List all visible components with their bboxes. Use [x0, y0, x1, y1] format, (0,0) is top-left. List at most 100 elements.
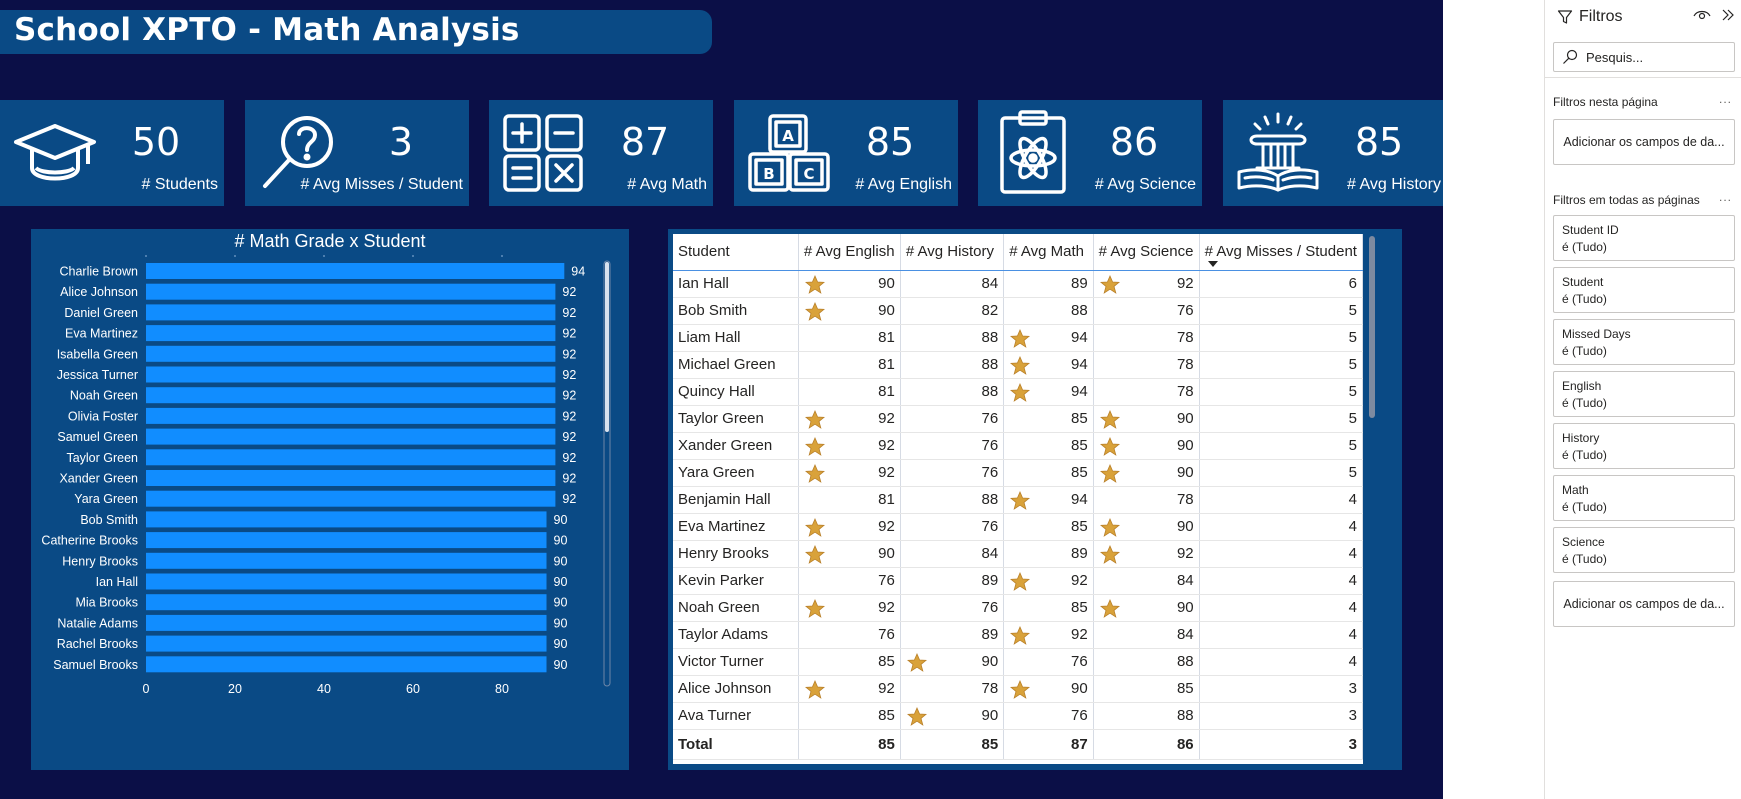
- filter-field-value: é (Tudo): [1562, 448, 1607, 462]
- filter-card-student[interactable]: Student é (Tudo): [1553, 267, 1735, 313]
- math-grade-chart[interactable]: Charlie Brown 94 Alice Johnson 92 Daniel Gre…: [31, 229, 629, 770]
- table-row[interactable]: Ava Turner 85 90 76 88 3: [673, 702, 1363, 730]
- bar[interactable]: [146, 263, 565, 279]
- bar[interactable]: [146, 304, 556, 321]
- table-row[interactable]: Alice Johnson 92 78 90 85 3: [673, 675, 1363, 703]
- bar[interactable]: [146, 614, 547, 631]
- bar[interactable]: [146, 470, 556, 486]
- add-report-filter-field[interactable]: Adicionar os campos de da...: [1553, 581, 1735, 627]
- eye-icon[interactable]: [1693, 8, 1711, 22]
- table-row[interactable]: Yara Green 92 76 85 90 5: [673, 459, 1363, 487]
- star-icon: [1099, 463, 1120, 483]
- table-row[interactable]: Taylor Green 92 76 85 90 5: [673, 405, 1363, 433]
- all-pages-section-more-button[interactable]: ...: [1719, 190, 1732, 204]
- table-row[interactable]: Kevin Parker 76 89 92 84 4: [673, 567, 1363, 595]
- table-viewport[interactable]: Student # Avg English # Avg History # Av…: [673, 234, 1363, 764]
- table-row[interactable]: Bob Smith 90 82 88 76 5: [673, 297, 1363, 325]
- cell-value: 76: [900, 432, 1005, 460]
- bar[interactable]: [146, 407, 556, 424]
- star-icon: [804, 517, 825, 537]
- chart-scrollbar-thumb[interactable]: [605, 262, 609, 432]
- table-row[interactable]: Noah Green 92 76 85 90 4: [673, 594, 1363, 622]
- bar[interactable]: [146, 283, 556, 300]
- table-scrollbar[interactable]: [1368, 234, 1376, 764]
- data-label: 92: [562, 430, 576, 444]
- filter-card-missed-days[interactable]: Missed Days é (Tudo): [1553, 319, 1735, 365]
- filters-search-box[interactable]: [1553, 42, 1735, 72]
- column-header-avg-history[interactable]: # Avg History: [900, 234, 1005, 271]
- column-header-avg-math[interactable]: # Avg Math: [1003, 234, 1094, 271]
- category-label: Isabella Green: [57, 347, 138, 361]
- student-grades-table-panel[interactable]: Student # Avg English # Avg History # Av…: [668, 229, 1402, 770]
- bar[interactable]: [146, 449, 556, 466]
- bar[interactable]: [146, 532, 547, 549]
- filters-search-input[interactable]: [1586, 47, 1731, 67]
- cell-text: Bob Smith: [678, 302, 748, 319]
- cell-text: 4: [1348, 626, 1357, 643]
- cell-text: 92: [878, 680, 895, 697]
- table-row[interactable]: Xander Green 92 76 85 90 5: [673, 432, 1363, 460]
- column-header-avg-misses[interactable]: # Avg Misses / Student: [1199, 234, 1363, 271]
- bar[interactable]: [146, 594, 547, 611]
- bar[interactable]: [146, 387, 556, 404]
- bar[interactable]: [146, 552, 547, 569]
- cell-value: 5: [1199, 459, 1363, 487]
- table-row[interactable]: Benjamin Hall 81 88 94 78 4: [673, 486, 1363, 514]
- table-row[interactable]: Quincy Hall 81 88 94 78 5: [673, 378, 1363, 406]
- cell-value: 90: [1093, 432, 1200, 460]
- filter-field-name: Student: [1562, 275, 1604, 289]
- filter-card-student-id[interactable]: Student ID é (Tudo): [1553, 215, 1735, 261]
- bar[interactable]: [146, 325, 556, 342]
- table-row[interactable]: Victor Turner 85 90 76 88 4: [673, 648, 1363, 676]
- kpi-avg-english-card[interactable]: A B C 85 # Avg English: [734, 100, 958, 206]
- bar[interactable]: [146, 428, 556, 445]
- table-scrollbar-thumb[interactable]: [1369, 236, 1375, 418]
- cell-student: Quincy Hall: [673, 378, 799, 406]
- cell-text: 89: [981, 572, 999, 589]
- cell-value: 76: [900, 459, 1005, 487]
- cell-text: 92: [1070, 572, 1088, 589]
- cell-text: Henry Brooks: [678, 545, 769, 562]
- cell-value: 94: [1003, 486, 1094, 514]
- filter-card-math[interactable]: Math é (Tudo): [1553, 475, 1735, 521]
- kpi-students-card[interactable]: 50 # Students: [0, 100, 224, 206]
- cell-student: Noah Green: [673, 594, 799, 622]
- cell-text: 88: [981, 383, 999, 400]
- table-row[interactable]: Ian Hall 90 84 89 92 6: [673, 270, 1363, 298]
- bar[interactable]: [146, 345, 556, 362]
- atom-clipboard-icon: [1000, 110, 1066, 194]
- table-row[interactable]: Taylor Adams 76 89 92 84 4: [673, 621, 1363, 649]
- bar[interactable]: [146, 656, 547, 673]
- cell-text: 6: [1348, 275, 1357, 292]
- report-title: School XPTO - Math Analysis: [14, 12, 520, 48]
- table-row[interactable]: Henry Brooks 90 84 89 92 4: [673, 540, 1363, 568]
- cell-text: Taylor Green: [678, 410, 764, 427]
- table-row[interactable]: Eva Martinez 92 76 85 90 4: [673, 513, 1363, 541]
- cell-text: 76: [981, 599, 999, 616]
- bar[interactable]: [146, 573, 547, 590]
- table-row[interactable]: Liam Hall 81 88 94 78 5: [673, 324, 1363, 352]
- cell-text: 90: [878, 275, 895, 292]
- kpi-avg-history-card[interactable]: 85 # Avg History: [1223, 100, 1443, 206]
- filter-card-science[interactable]: Science é (Tudo): [1553, 527, 1735, 573]
- bar[interactable]: [146, 490, 556, 507]
- add-page-filter-field[interactable]: Adicionar os campos de da...: [1553, 119, 1735, 165]
- cell-student: Kevin Parker: [673, 567, 799, 595]
- page-section-more-button[interactable]: ...: [1719, 92, 1732, 106]
- bar[interactable]: [146, 366, 556, 383]
- cell-value: 88: [1093, 702, 1200, 730]
- bar[interactable]: [146, 635, 547, 652]
- kpi-avg-math-card[interactable]: 87 # Avg Math: [489, 100, 713, 206]
- table-row[interactable]: Michael Green 81 88 94 78 5: [673, 351, 1363, 379]
- column-header-student[interactable]: Student: [673, 234, 799, 271]
- kpi-avg-misses-card[interactable]: 3 # Avg Misses / Student: [245, 100, 469, 206]
- cell-text: 84: [1176, 626, 1194, 643]
- filter-card-history[interactable]: History é (Tudo): [1553, 423, 1735, 469]
- kpi-avg-science-card[interactable]: 86 # Avg Science: [978, 100, 1202, 206]
- column-header-avg-english[interactable]: # Avg English: [798, 234, 901, 271]
- bar[interactable]: [146, 511, 547, 528]
- collapse-pane-icon[interactable]: [1719, 6, 1737, 24]
- column-header-avg-science[interactable]: # Avg Science: [1093, 234, 1200, 271]
- cell-text: 92: [878, 437, 895, 454]
- filter-card-english[interactable]: English é (Tudo): [1553, 371, 1735, 417]
